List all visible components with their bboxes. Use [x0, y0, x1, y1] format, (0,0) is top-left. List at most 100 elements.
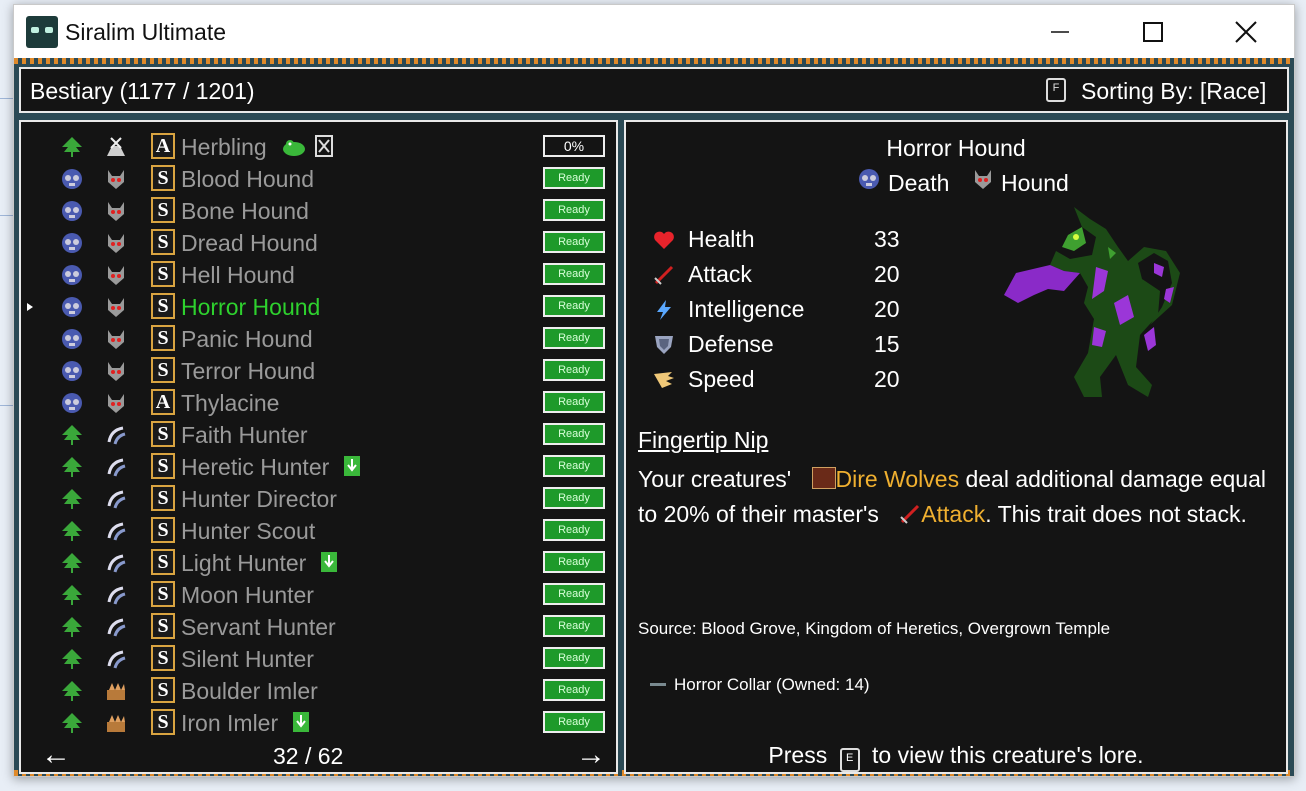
- attack-link[interactable]: Attack: [921, 501, 985, 527]
- sort-key-icon[interactable]: F: [1046, 78, 1066, 102]
- artifact-collar-icon: [650, 683, 666, 686]
- artifact-info: Horror Collar (Owned: 14): [674, 675, 870, 694]
- creature-name[interactable]: Hell Hound: [181, 262, 295, 289]
- status-badge: Ready: [543, 423, 605, 445]
- creature-name[interactable]: Panic Hound: [181, 326, 313, 353]
- creature-row[interactable]: A Herbling 0%: [21, 130, 621, 162]
- stat-value: 20: [874, 261, 900, 287]
- creature-row[interactable]: S Blood Hound Ready: [21, 162, 621, 194]
- creature-name[interactable]: Blood Hound: [181, 166, 314, 193]
- stat-value: 15: [874, 331, 900, 357]
- minimize-icon: [1051, 30, 1069, 33]
- death-skull-icon: [61, 360, 83, 382]
- minimize-button[interactable]: [1014, 5, 1106, 58]
- close-button[interactable]: [1200, 5, 1292, 58]
- death-skull-icon: [61, 232, 83, 254]
- creature-name[interactable]: Dread Hound: [181, 230, 318, 257]
- status-badge: Ready: [543, 487, 605, 509]
- sword-icon: [899, 499, 921, 524]
- source-locations: Source: Blood Grove, Kingdom of Heretics…: [638, 619, 1111, 638]
- nature-tree-icon: [61, 712, 83, 734]
- stat-value: 33: [874, 226, 900, 252]
- creature-name[interactable]: Bone Hound: [181, 198, 309, 225]
- title-bar[interactable]: Siralim Ultimate: [14, 5, 1294, 58]
- hunter-icon: [105, 616, 127, 638]
- next-page-button[interactable]: →: [576, 738, 606, 772]
- status-badge: Ready: [543, 519, 605, 541]
- herbling-mini-icon: [281, 135, 307, 162]
- creature-name[interactable]: Moon Hunter: [181, 582, 314, 609]
- hunter-icon: [105, 424, 127, 446]
- creature-row[interactable]: S Iron Imler Ready: [21, 706, 621, 738]
- rank-badge: S: [151, 293, 175, 319]
- trait-text-part1: Your creatures': [638, 466, 792, 492]
- download-icon: [343, 455, 361, 482]
- hound-icon: [972, 168, 994, 190]
- status-badge: Ready: [543, 583, 605, 605]
- creature-row[interactable]: S Dread Hound Ready: [21, 226, 621, 258]
- download-icon: [320, 551, 338, 578]
- creature-row[interactable]: A Thylacine Ready: [21, 386, 621, 418]
- creature-row[interactable]: S Silent Hunter Ready: [21, 642, 621, 674]
- creature-name[interactable]: Iron Imler: [181, 710, 278, 737]
- trait-name: Fingertip Nip: [638, 427, 769, 453]
- nature-tree-icon: [61, 616, 83, 638]
- stat-value: 20: [874, 366, 900, 392]
- sort-label[interactable]: Sorting By: [Race]: [1081, 78, 1266, 105]
- creature-row[interactable]: S Hunter Director Ready: [21, 482, 621, 514]
- app-icon: [26, 16, 58, 48]
- status-badge: Ready: [543, 199, 605, 221]
- trait-description: Your creatures' Dire Wolves deal additio…: [638, 462, 1283, 532]
- detail-race: Death: [888, 170, 950, 196]
- creature-row[interactable]: S Terror Hound Ready: [21, 354, 621, 386]
- creature-name[interactable]: Herbling: [181, 134, 267, 161]
- prev-page-button[interactable]: ←: [41, 738, 71, 772]
- status-badge: 0%: [543, 135, 605, 157]
- creature-name[interactable]: Terror Hound: [181, 358, 315, 385]
- dire-wolves-link[interactable]: Dire Wolves: [836, 466, 960, 492]
- creature-row[interactable]: S Panic Hound Ready: [21, 322, 621, 354]
- creature-row[interactable]: S Light Hunter Ready: [21, 546, 621, 578]
- herbling-class-icon: [105, 136, 127, 158]
- rank-badge: S: [151, 709, 175, 735]
- creature-row[interactable]: S Servant Hunter Ready: [21, 610, 621, 642]
- creature-row[interactable]: S Moon Hunter Ready: [21, 578, 621, 610]
- rank-badge: S: [151, 677, 175, 703]
- creature-name[interactable]: Servant Hunter: [181, 614, 336, 641]
- nature-tree-icon: [61, 584, 83, 606]
- dire-wolf-icon: [811, 467, 836, 489]
- status-badge: Ready: [543, 679, 605, 701]
- hound-icon: [105, 168, 127, 190]
- rank-badge: S: [151, 581, 175, 607]
- maximize-button[interactable]: [1107, 5, 1199, 58]
- creature-name[interactable]: Thylacine: [181, 390, 279, 417]
- game-viewport: Bestiary (1177 / 1201) F Sorting By: [Ra…: [14, 58, 1294, 776]
- creature-name[interactable]: Boulder Imler: [181, 678, 318, 705]
- creature-row[interactable]: S Bone Hound Ready: [21, 194, 621, 226]
- creature-name[interactable]: Silent Hunter: [181, 646, 314, 673]
- window-title: Siralim Ultimate: [65, 19, 227, 45]
- creature-row[interactable]: S Boulder Imler Ready: [21, 674, 621, 706]
- detail-creature-name: Horror Hound: [886, 135, 1026, 161]
- creature-row[interactable]: S Heretic Hunter Ready: [21, 450, 621, 482]
- hound-icon: [105, 200, 127, 222]
- selection-cursor-icon: [27, 303, 33, 311]
- lore-key-icon[interactable]: E: [839, 748, 860, 772]
- creature-name[interactable]: Hunter Scout: [181, 518, 315, 545]
- creature-name[interactable]: Horror Hound: [181, 294, 320, 321]
- creature-row[interactable]: S Faith Hunter Ready: [21, 418, 621, 450]
- creature-row[interactable]: S Hunter Scout Ready: [21, 514, 621, 546]
- creature-row[interactable]: S Horror Hound Ready: [21, 290, 621, 322]
- creature-name[interactable]: Faith Hunter: [181, 422, 308, 449]
- creature-name[interactable]: Heretic Hunter: [181, 454, 329, 481]
- creature-name[interactable]: Light Hunter: [181, 550, 306, 577]
- status-badge: Ready: [543, 391, 605, 413]
- rank-badge: S: [151, 645, 175, 671]
- imler-icon: [105, 712, 127, 734]
- creature-row[interactable]: S Hell Hound Ready: [21, 258, 621, 290]
- creature-name[interactable]: Hunter Director: [181, 486, 337, 513]
- rank-badge: S: [151, 357, 175, 383]
- hunter-icon: [105, 520, 127, 542]
- death-skull-icon: [61, 392, 83, 414]
- rank-badge: A: [151, 133, 175, 159]
